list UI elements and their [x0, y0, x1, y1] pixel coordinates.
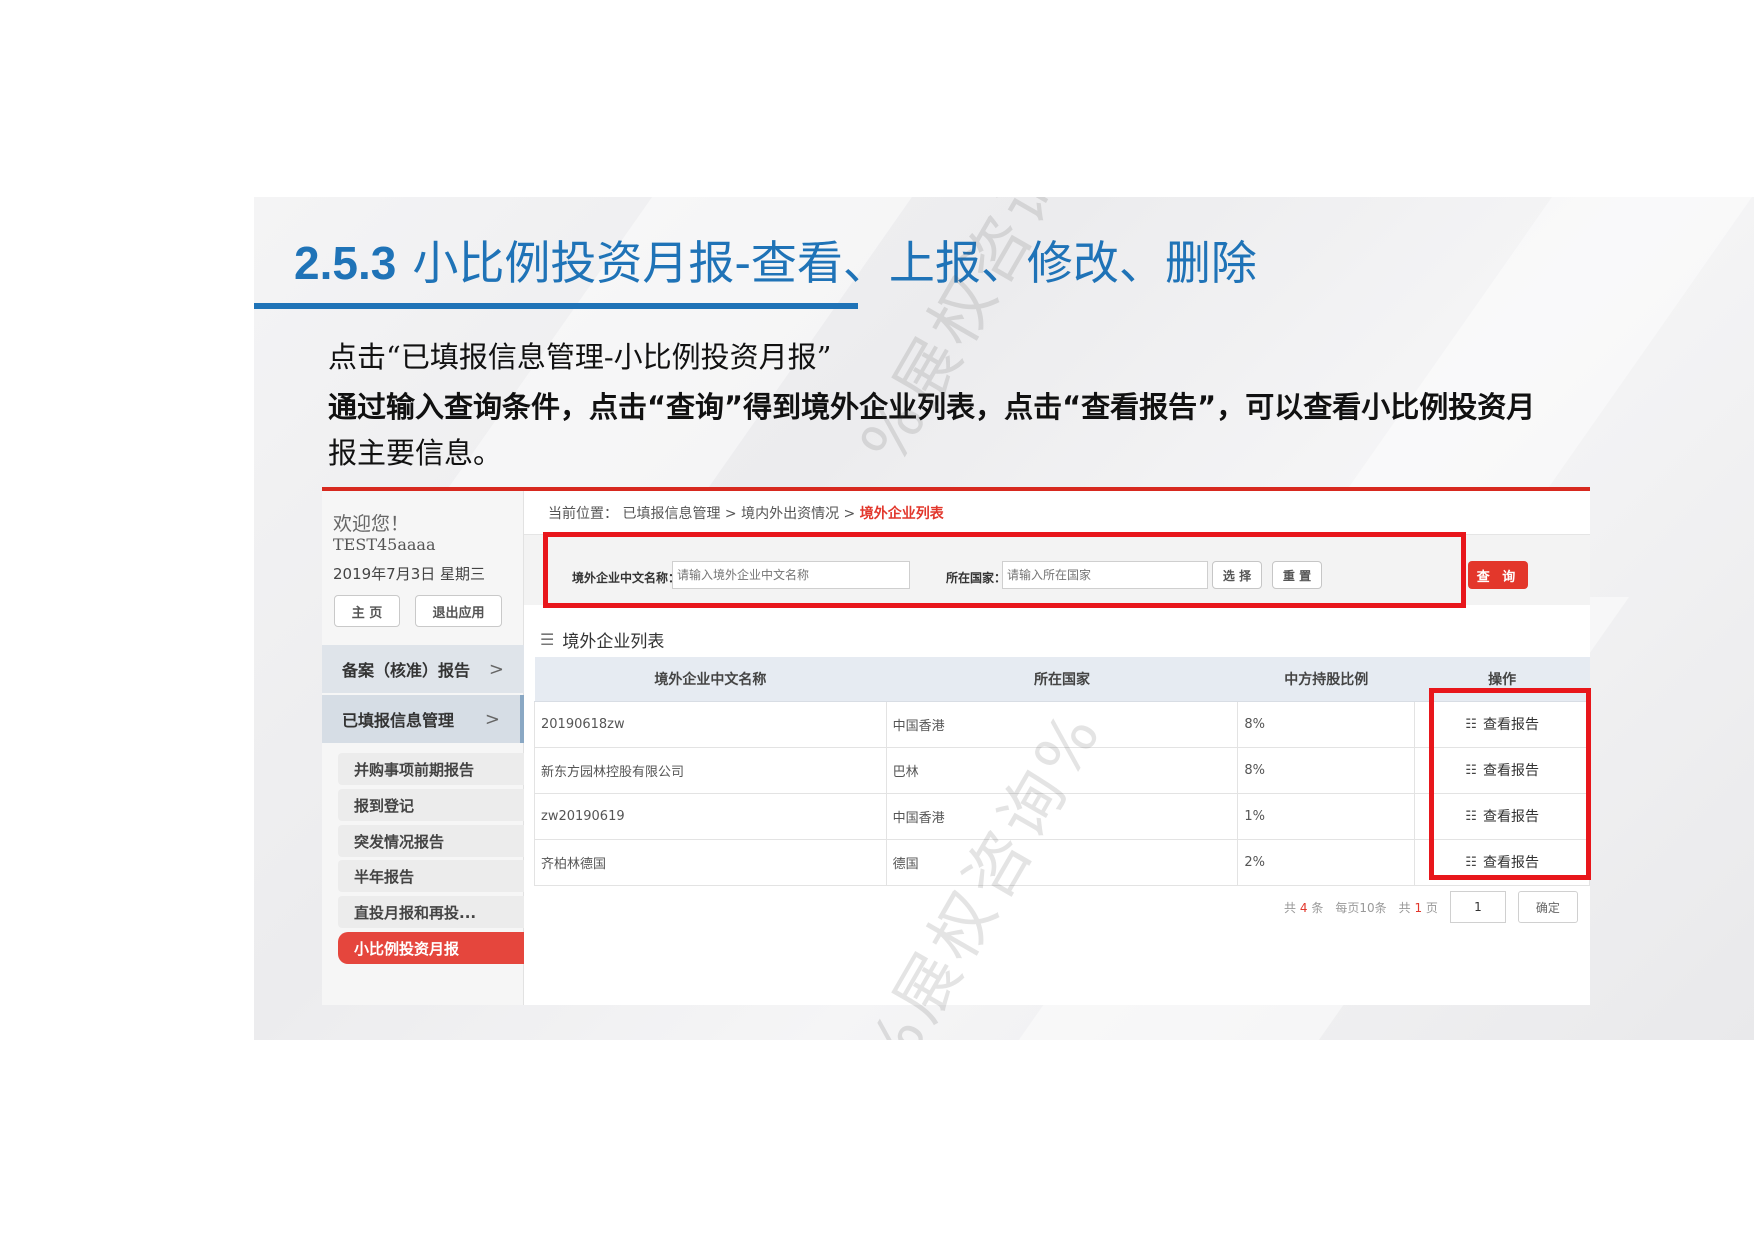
cell-company-name: 齐柏林德国: [534, 838, 887, 886]
sidebar: 欢迎您！ TEST45aaaa 2019年7月3日 星期三 主 页 退出应用 备…: [322, 491, 524, 1005]
breadcrumb-prefix: 当前位置：: [548, 506, 618, 522]
chevron-right-icon: >: [488, 658, 504, 680]
pages-prefix: 共: [1398, 900, 1411, 915]
cell-company-name: 新东方园林控股有限公司: [534, 746, 887, 794]
cell-ratio: 2%: [1237, 838, 1416, 886]
total-prefix: 共: [1284, 900, 1297, 915]
column-header: 所在国家: [886, 657, 1238, 702]
pages-num: 1: [1414, 900, 1423, 915]
nav-item-filing-report[interactable]: 备案（核准）报告 >: [322, 645, 524, 693]
sidebar-item-emergency-report[interactable]: 突发情况报告: [338, 825, 524, 857]
cell-company-name: 20190618zw: [534, 700, 887, 748]
list-header: ☰ 境外企业列表: [540, 627, 664, 652]
total-count: 共 4 条: [1284, 899, 1323, 916]
cell-ratio: 8%: [1237, 746, 1416, 794]
column-header: 境外企业中文名称: [534, 657, 887, 702]
slide-title-number: 2.5.3: [294, 237, 397, 289]
cell-company-name: zw20190619: [534, 792, 887, 840]
page-count: 共 1 页: [1399, 899, 1438, 916]
search-highlight-box: [543, 532, 1466, 608]
sidebar-item-registration[interactable]: 报到登记: [338, 789, 524, 821]
pages-suffix: 页: [1425, 900, 1438, 915]
home-button[interactable]: 主 页: [334, 595, 400, 627]
per-page: 每页10条: [1335, 900, 1387, 915]
cell-ratio: 1%: [1237, 792, 1416, 840]
chevron-right-icon: >: [484, 708, 500, 730]
action-highlight-box: [1429, 688, 1591, 880]
total-suffix: 条: [1311, 900, 1324, 915]
slide-background: 2.5.3 小比例投资月报-查看、上报、修改、删除 点击“已填报信息管理-小比例投…: [254, 197, 1754, 1040]
instruction-line-3: 报主要信息。: [328, 436, 503, 470]
sidebar-item-merger-pre-report[interactable]: 并购事项前期报告: [338, 753, 524, 785]
welcome-text: 欢迎您！: [333, 513, 410, 535]
nav-item-label: 备案（核准）报告: [342, 661, 471, 680]
nav-item-submitted-info-management[interactable]: 已填报信息管理 >: [322, 695, 524, 743]
slide-title: 2.5.3 小比例投资月报-查看、上报、修改、删除: [294, 227, 1257, 293]
column-header: 中方持股比例: [1237, 657, 1415, 702]
breadcrumb-current: 境外企业列表: [859, 506, 944, 522]
cell-ratio: 8%: [1237, 700, 1416, 748]
sidebar-item-half-year-report[interactable]: 半年报告: [338, 860, 524, 892]
page-confirm-button[interactable]: 确定: [1517, 891, 1578, 923]
title-underline: [254, 303, 858, 309]
exit-app-button[interactable]: 退出应用: [415, 595, 502, 627]
list-icon: ☰: [540, 630, 555, 649]
instruction-line-1: 点击“已填报信息管理-小比例投资月报”: [328, 340, 832, 374]
query-button[interactable]: 查 询: [1468, 561, 1528, 589]
nav-item-label: 已填报信息管理: [342, 711, 455, 730]
bg-facet: [1320, 197, 1754, 527]
breadcrumb-path[interactable]: 已填报信息管理 > 境内外出资情况 >: [622, 506, 855, 522]
username: TEST45aaaa: [333, 535, 436, 554]
sidebar-item-direct-investment-monthly[interactable]: 直投月报和再投...: [338, 896, 524, 928]
page-number-input[interactable]: 1: [1449, 891, 1506, 923]
sidebar-item-small-ratio-monthly[interactable]: 小比例投资月报: [338, 932, 524, 964]
list-title: 境外企业列表: [562, 632, 665, 652]
slide-title-text: 小比例投资月报-查看、上报、修改、删除: [412, 236, 1257, 290]
total-num: 4: [1299, 900, 1308, 915]
current-date: 2019年7月3日 星期三: [333, 565, 486, 583]
pagination: 共 4 条 每页10条 共 1 页 1 确定: [1284, 891, 1578, 923]
breadcrumb: 当前位置： 已填报信息管理 > 境内外出资情况 > 境外企业列表: [548, 503, 944, 523]
